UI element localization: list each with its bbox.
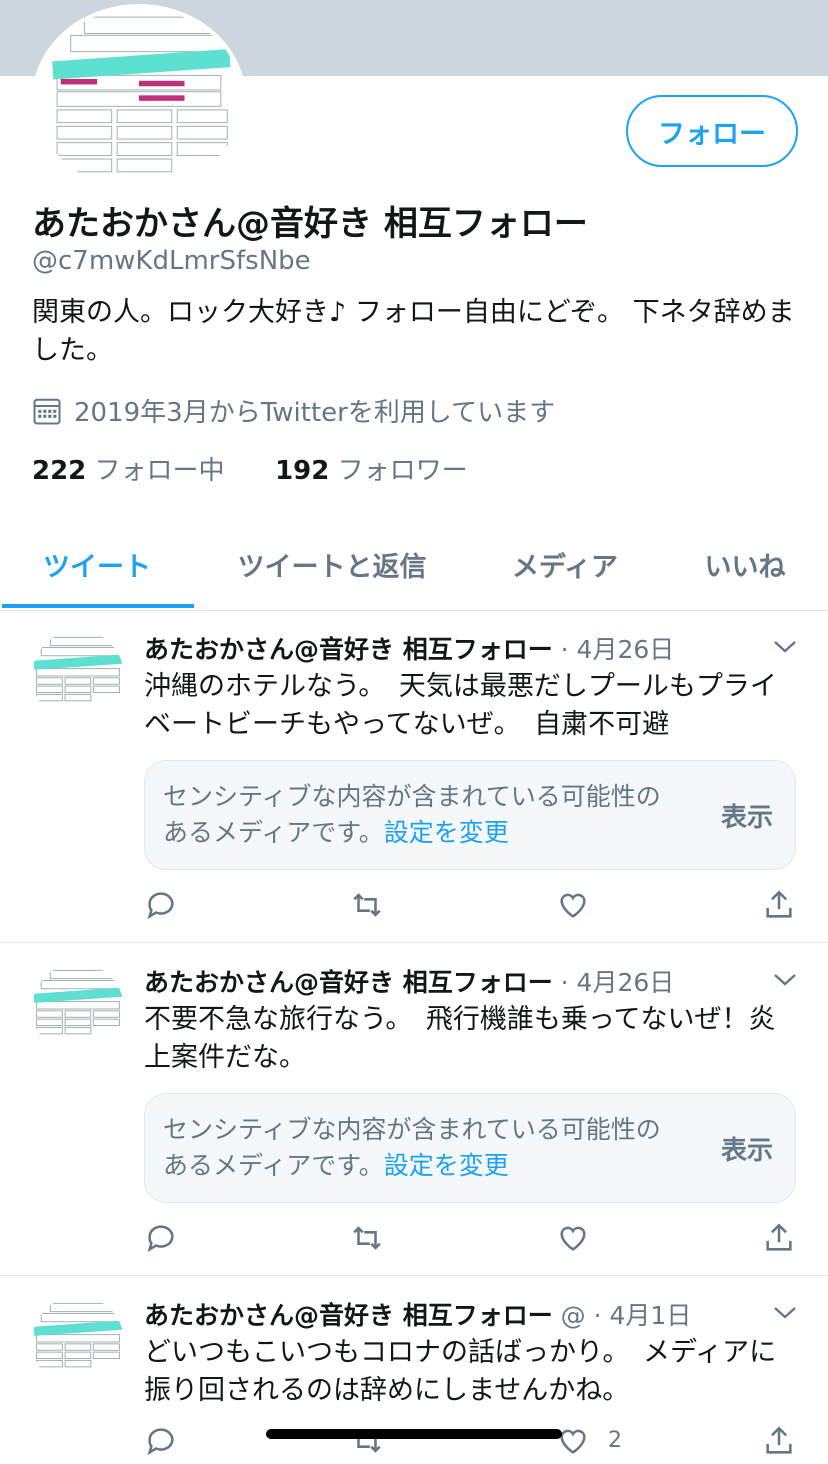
tweet-text: どいつもこいつもコロナの話ばっかり。 メディアに振り回されるのは辞めにしませんか… [144, 1337, 777, 1406]
like-icon[interactable] [556, 1424, 590, 1458]
tweet-text: 沖縄のホテルなう。 天気は最悪だしプールもプライベートビーチもやってないぜ。 自… [144, 671, 777, 740]
following-link[interactable]: 222 フォロー中 [32, 456, 225, 486]
tab-media[interactable]: メディア [490, 520, 640, 608]
sensitive-media-text: センシティブな内容が含まれている可能性のあるメディアです。設定を変更 [163, 1112, 683, 1184]
share-icon[interactable] [762, 1424, 796, 1458]
change-settings-link[interactable]: 設定を変更 [384, 1151, 509, 1180]
active-tab-indicator [2, 604, 194, 608]
reply-icon[interactable] [144, 888, 178, 922]
tweet-date[interactable]: · 4月26日 [553, 968, 675, 997]
tweet-header: あたおかさん@音好き 相互フォロー · 4月26日 [144, 630, 674, 666]
change-settings-link[interactable]: 設定を変更 [384, 818, 509, 847]
avatar-image [32, 630, 124, 722]
share-icon[interactable] [762, 1221, 796, 1255]
tab-tweets[interactable]: ツイート [0, 520, 194, 608]
tweet-text: 不要不急な旅行なう。 飛行機誰も乗ってないぜ！炎上案件だな。 [144, 1004, 776, 1073]
following-label: フォロー中 [94, 456, 225, 486]
profile-tabs: ツイート ツイートと返信 メディア いいね [0, 520, 828, 611]
tweet-author-name[interactable]: あたおかさん@音好き 相互フォロー [144, 968, 553, 997]
reply-icon[interactable] [144, 1424, 178, 1458]
followers-label: フォロワー [337, 456, 468, 486]
follow-button[interactable]: フォロー [626, 95, 798, 167]
profile-handle: @c7mwKdLmrSfsNbe [32, 246, 311, 276]
followers-link[interactable]: 192 フォロワー [275, 456, 468, 486]
chevron-down-icon[interactable] [772, 971, 798, 989]
following-count: 222 [32, 456, 87, 486]
sensitive-media-text: センシティブな内容が含まれている可能性のあるメディアです。設定を変更 [163, 779, 683, 851]
tweet-avatar[interactable] [32, 630, 124, 722]
like-icon[interactable] [556, 888, 590, 922]
show-media-button[interactable]: 表示 [721, 1130, 773, 1167]
chevron-down-icon[interactable] [772, 638, 798, 656]
tweet-item[interactable]: あたおかさん@音好き 相互フォロー · 4月26日 沖縄のホテルなう。 天気は最… [0, 610, 828, 943]
tab-tweets-and-replies[interactable]: ツイートと返信 [214, 520, 450, 608]
joined-text: 2019年3月からTwitterを利用しています [74, 398, 556, 428]
tweet-date[interactable]: @ · 4月1日 [553, 1301, 692, 1330]
share-icon[interactable] [762, 888, 796, 922]
tweet-avatar[interactable] [32, 1296, 124, 1388]
tab-likes[interactable]: いいね [680, 520, 810, 608]
chevron-down-icon[interactable] [772, 1304, 798, 1322]
avatar-image [32, 963, 124, 1055]
reply-icon[interactable] [144, 1221, 178, 1255]
tweet-date[interactable]: · 4月26日 [553, 635, 675, 664]
tweet-author-name[interactable]: あたおかさん@音好き 相互フォロー [144, 1301, 553, 1330]
followers-count: 192 [275, 456, 330, 486]
profile-bio: 関東の人。ロック大好き♪ フォロー自由にどぞ。 下ネタ辞めました。 [32, 297, 795, 366]
calendar-icon [33, 398, 61, 424]
tweet-actions [144, 888, 804, 928]
tweet-actions [144, 1221, 804, 1261]
like-count: 2 [608, 1428, 622, 1453]
avatar-image [32, 1296, 124, 1388]
profile-name: あたおかさん@音好き 相互フォロー [32, 204, 588, 244]
sensitive-media-notice: センシティブな内容が含まれている可能性のあるメディアです。設定を変更 表示 [144, 760, 796, 870]
tweet-avatar[interactable] [32, 963, 124, 1055]
retweet-icon[interactable] [350, 888, 384, 922]
avatar-image [48, 8, 231, 190]
joined-date: 2019年3月からTwitterを利用しています [32, 392, 555, 429]
tweet-header: あたおかさん@音好き 相互フォロー @ · 4月1日 [144, 1296, 691, 1332]
home-indicator[interactable] [266, 1429, 562, 1439]
like-icon[interactable] [556, 1221, 590, 1255]
profile-avatar[interactable] [32, 4, 246, 194]
show-media-button[interactable]: 表示 [721, 797, 773, 834]
tweet-item[interactable]: あたおかさん@音好き 相互フォロー · 4月26日 不要不急な旅行なう。 飛行機… [0, 943, 828, 1276]
tweet-author-name[interactable]: あたおかさん@音好き 相互フォロー [144, 635, 553, 664]
follow-counts: 222 フォロー中 192 フォロワー [32, 450, 468, 487]
sensitive-media-notice: センシティブな内容が含まれている可能性のあるメディアです。設定を変更 表示 [144, 1093, 796, 1203]
tweet-header: あたおかさん@音好き 相互フォロー · 4月26日 [144, 963, 674, 999]
retweet-icon[interactable] [350, 1221, 384, 1255]
